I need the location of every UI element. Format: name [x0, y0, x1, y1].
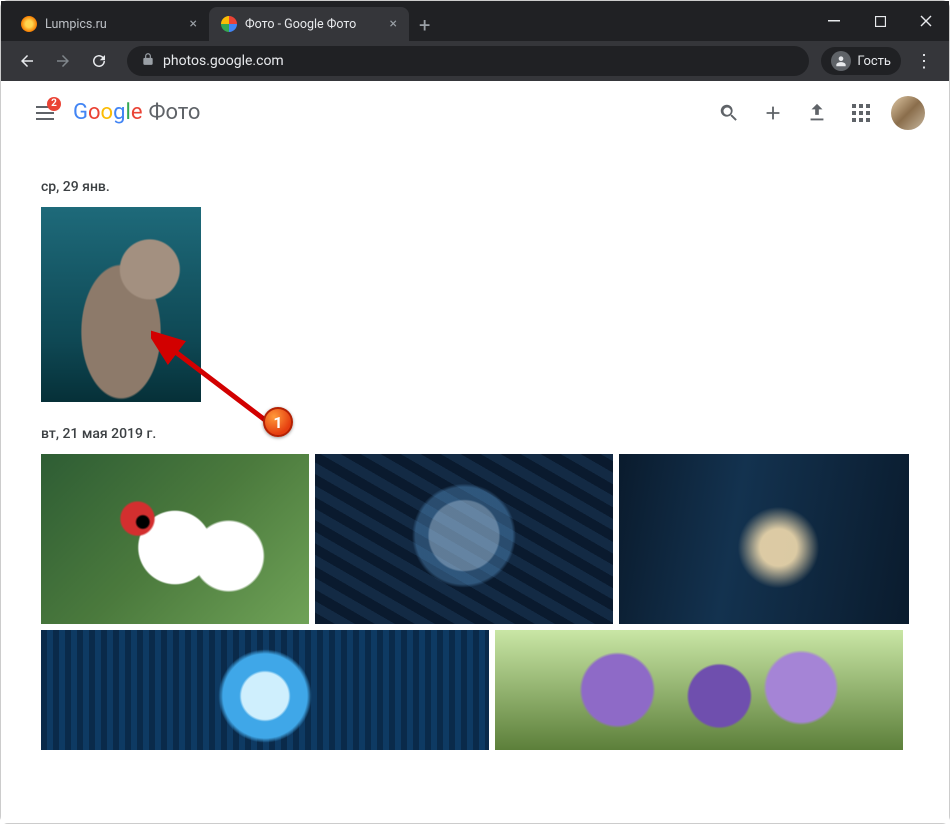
- account-avatar[interactable]: [891, 96, 925, 130]
- favicon-google-photos-icon: [221, 16, 237, 32]
- google-wordmark: Google: [73, 100, 142, 125]
- date-header: ср, 29 янв.: [41, 179, 925, 195]
- cpu-chip-photo[interactable]: [41, 630, 489, 750]
- photo-row: [41, 207, 925, 402]
- tab-title: Lumpics.ru: [45, 17, 182, 32]
- upload-icon: [806, 102, 828, 124]
- close-icon[interactable]: ×: [190, 16, 197, 32]
- photo-row: [41, 630, 925, 750]
- photo-row: [41, 454, 925, 624]
- plus-icon: [762, 102, 784, 124]
- favicon-lumpics-icon: [21, 16, 37, 32]
- minimize-icon: [828, 15, 840, 27]
- photo-grid: ср, 29 янв. вт, 21 мая 2019 г.: [1, 145, 949, 750]
- search-button[interactable]: [707, 91, 751, 135]
- ladybug-photo[interactable]: [41, 454, 309, 624]
- apps-grid-icon: [852, 104, 870, 122]
- window-close-button[interactable]: [903, 1, 949, 41]
- window-controls: [811, 1, 949, 41]
- maximize-icon: [875, 16, 886, 27]
- main-menu-button[interactable]: 2: [25, 93, 65, 133]
- browser-toolbar: photos.google.com Гость ⋮: [1, 41, 949, 81]
- new-tab-button[interactable]: +: [409, 13, 440, 41]
- close-icon: [920, 15, 932, 27]
- create-button[interactable]: [751, 91, 795, 135]
- browser-tabs: Lumpics.ru × Фото - Google Фото × +: [9, 1, 811, 41]
- hamburger-icon: [36, 112, 54, 114]
- date-header: вт, 21 мая 2019 г.: [41, 426, 925, 442]
- back-button[interactable]: [11, 45, 43, 77]
- app-google-photos: 2 Google Фото ср, 29 янв. вт, 21 мая 201…: [1, 81, 949, 823]
- tab-title: Фото - Google Фото: [245, 17, 382, 32]
- touch-interface-photo[interactable]: [619, 454, 909, 624]
- forward-button[interactable]: [47, 45, 79, 77]
- google-photos-logo[interactable]: Google Фото: [73, 100, 200, 125]
- arrow-left-icon: [18, 52, 36, 70]
- maximize-button[interactable]: [857, 1, 903, 41]
- guest-label: Гость: [857, 54, 891, 69]
- product-name: Фото: [148, 100, 200, 125]
- address-bar[interactable]: photos.google.com: [127, 46, 809, 76]
- search-icon: [718, 102, 740, 124]
- glass-globe-keyboard-photo[interactable]: [315, 454, 613, 624]
- app-header: 2 Google Фото: [1, 81, 949, 145]
- upload-button[interactable]: [795, 91, 839, 135]
- reload-button[interactable]: [83, 45, 115, 77]
- profile-guest-button[interactable]: Гость: [821, 47, 901, 75]
- minimize-button[interactable]: [811, 1, 857, 41]
- hippo-photo[interactable]: [41, 207, 201, 402]
- tab-lumpics[interactable]: Lumpics.ru ×: [9, 7, 209, 41]
- reload-icon: [90, 52, 108, 70]
- browser-menu-button[interactable]: ⋮: [905, 51, 939, 72]
- notification-badge: 2: [47, 97, 61, 111]
- close-icon[interactable]: ×: [390, 16, 397, 32]
- lock-icon: [141, 52, 155, 70]
- tab-google-photos[interactable]: Фото - Google Фото ×: [209, 7, 409, 41]
- google-apps-button[interactable]: [839, 91, 883, 135]
- arrow-right-icon: [54, 52, 72, 70]
- browser-titlebar: Lumpics.ru × Фото - Google Фото × +: [1, 1, 949, 41]
- url-text: photos.google.com: [163, 53, 284, 69]
- crocus-flowers-photo[interactable]: [495, 630, 903, 750]
- guest-avatar-icon: [831, 51, 851, 71]
